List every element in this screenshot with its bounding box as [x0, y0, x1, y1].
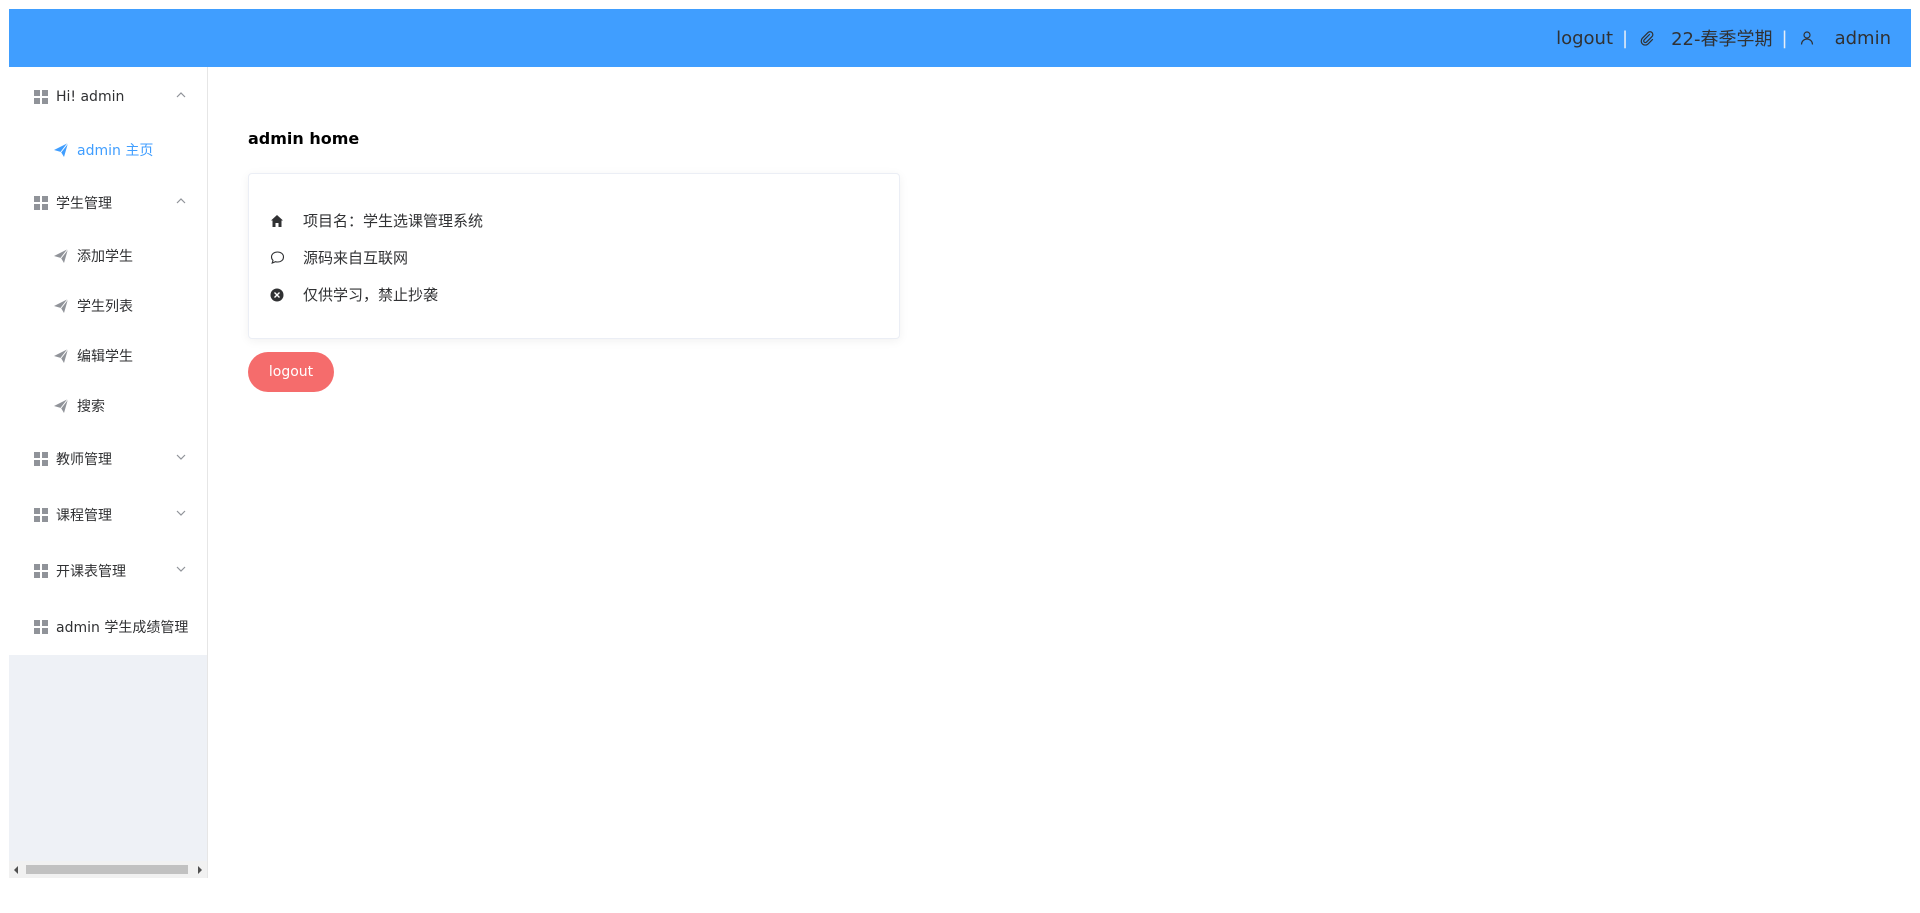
send-icon [53, 248, 69, 264]
menu-group-student-management[interactable]: 学生管理 [9, 183, 207, 223]
chevron-up-icon [175, 89, 187, 101]
grid-icon [34, 196, 48, 210]
sidebar-menu: Hi! admin admin 主页 学生管理 添加学生 学生列表 编辑学生 搜… [9, 67, 207, 655]
menu-group-label: 开课表管理 [56, 564, 126, 580]
header-separator-2: | [1781, 27, 1788, 49]
paperclip-icon [1637, 28, 1657, 48]
info-card: 项目名：学生选课管理系统 源码来自互联网 仅供学习，禁止抄袭 [248, 173, 900, 339]
semester-label: 22-春季学期 [1671, 29, 1773, 50]
menu-group-schedule-management[interactable]: 开课表管理 [9, 551, 207, 591]
home-icon [269, 213, 285, 229]
sidebar-item-add-student[interactable]: 添加学生 [9, 236, 207, 276]
grid-icon [34, 620, 48, 634]
sidebar-item-admin-home[interactable]: admin 主页 [9, 130, 207, 170]
menu-group-teacher-management[interactable]: 教师管理 [9, 439, 207, 479]
sidebar-item-label: 添加学生 [77, 249, 133, 265]
info-row-notice: 仅供学习，禁止抄袭 [269, 284, 438, 305]
user-icon [1797, 28, 1817, 48]
menu-group-label: 课程管理 [56, 508, 112, 524]
scroll-left-arrow-icon[interactable] [14, 866, 18, 874]
scrollbar-thumb[interactable] [26, 865, 188, 874]
chat-bubble-icon [269, 250, 285, 266]
grid-icon [34, 564, 48, 578]
info-row-text: 源码来自互联网 [303, 249, 409, 267]
menu-item-grade-management[interactable]: admin 学生成绩管理 [9, 607, 207, 647]
header-logout-link[interactable]: logout [1556, 28, 1613, 49]
scroll-right-arrow-icon[interactable] [198, 866, 202, 874]
sidebar-item-label: admin 主页 [77, 143, 154, 159]
send-icon [53, 348, 69, 364]
logout-button[interactable]: logout [248, 352, 334, 392]
menu-group-hi-admin[interactable]: Hi! admin [9, 77, 207, 117]
header-separator: | [1622, 27, 1629, 49]
menu-group-course-management[interactable]: 课程管理 [9, 495, 207, 535]
sidebar-item-label: 编辑学生 [77, 349, 133, 365]
chevron-down-icon [175, 451, 187, 463]
circle-close-icon [269, 287, 285, 303]
page-title: admin home [248, 129, 360, 148]
sidebar-item-edit-student[interactable]: 编辑学生 [9, 336, 207, 376]
send-icon [53, 142, 69, 158]
send-icon [53, 398, 69, 414]
menu-group-label: admin 学生成绩管理 [56, 620, 189, 636]
menu-group-label: Hi! admin [56, 89, 125, 105]
grid-icon [34, 452, 48, 466]
info-row-project: 项目名：学生选课管理系统 [269, 210, 483, 231]
chevron-up-icon [175, 195, 187, 207]
sidebar-item-label: 学生列表 [77, 299, 133, 315]
username-label[interactable]: admin [1835, 28, 1891, 49]
send-icon [53, 298, 69, 314]
info-row-source: 源码来自互联网 [269, 247, 408, 268]
grid-icon [34, 508, 48, 522]
menu-group-label: 学生管理 [56, 196, 112, 212]
info-row-text: 仅供学习，禁止抄袭 [303, 286, 439, 304]
sidebar-item-student-list[interactable]: 学生列表 [9, 286, 207, 326]
sidebar-item-label: 搜索 [77, 399, 105, 415]
sidebar-horizontal-scrollbar[interactable] [9, 861, 207, 878]
sidebar: Hi! admin admin 主页 学生管理 添加学生 学生列表 编辑学生 搜… [9, 67, 208, 878]
chevron-down-icon [175, 563, 187, 575]
sidebar-item-search[interactable]: 搜索 [9, 386, 207, 426]
info-row-text: 项目名：学生选课管理系统 [303, 212, 484, 230]
grid-icon [34, 90, 48, 104]
top-header-bar: logout | 22-春季学期 | admin [9, 9, 1911, 67]
menu-group-label: 教师管理 [56, 452, 112, 468]
chevron-down-icon [175, 507, 187, 519]
